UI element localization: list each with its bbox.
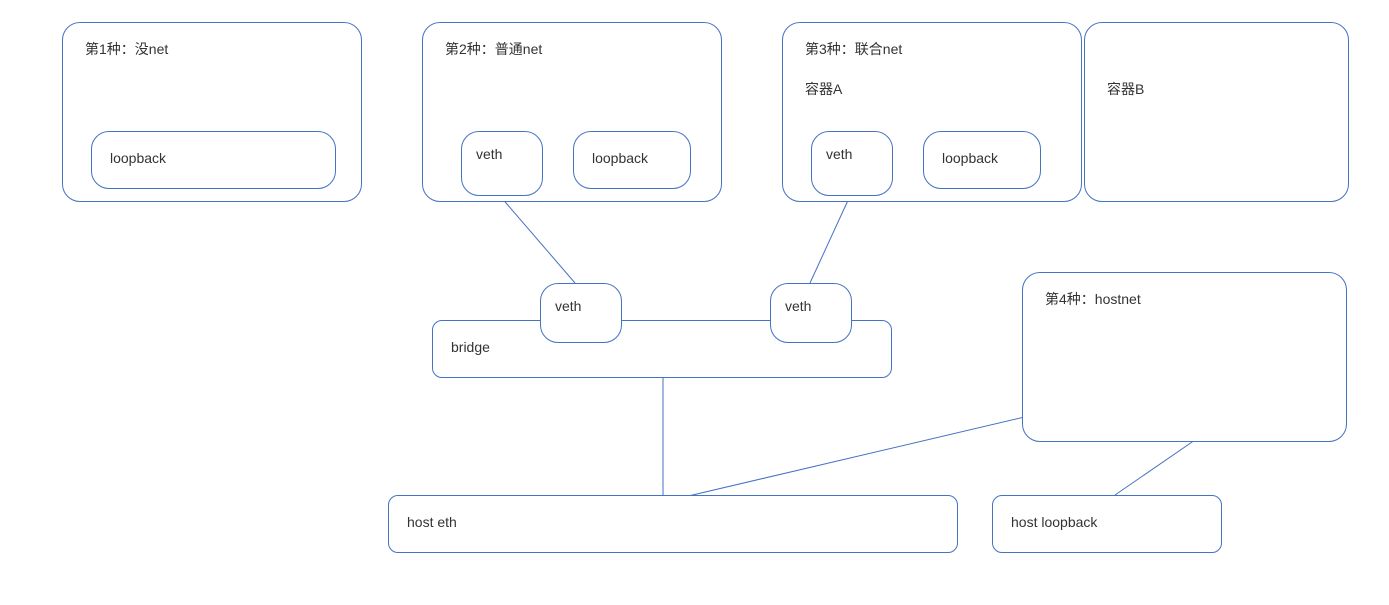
type3-containerA-label: 容器A — [805, 79, 842, 99]
type3-veth-label: veth — [826, 146, 852, 162]
type3-loopback-box: loopback — [923, 131, 1041, 189]
type3-veth-box: veth — [811, 131, 893, 196]
type4-container: 第4种：hostnet — [1022, 272, 1347, 442]
type2-title: 第2种：普通net — [445, 39, 542, 59]
type1-loopback-box: loopback — [91, 131, 336, 189]
type1-container: 第1种：没net loopback — [62, 22, 362, 202]
type3-containerA: 第3种：联合net 容器A veth loopback — [782, 22, 1082, 202]
bridge-label: bridge — [451, 339, 490, 355]
type2-veth-box: veth — [461, 131, 543, 196]
type4-title: 第4种：hostnet — [1045, 289, 1141, 309]
type1-title: 第1种：没net — [85, 39, 168, 59]
type2-container: 第2种：普通net veth loopback — [422, 22, 722, 202]
type2-loopback-label: loopback — [592, 150, 648, 166]
type3-title: 第3种：联合net — [805, 39, 902, 59]
type3-containerB: 容器B — [1084, 22, 1349, 202]
host-eth-box: host eth — [388, 495, 958, 553]
type3-containerB-label: 容器B — [1107, 79, 1144, 99]
host-loopback-label: host loopback — [1011, 514, 1097, 530]
host-loopback-box: host loopback — [992, 495, 1222, 553]
bridge-veth-right: veth — [770, 283, 852, 343]
type3-loopback-label: loopback — [942, 150, 998, 166]
host-eth-label: host eth — [407, 514, 457, 530]
type2-veth-label: veth — [476, 146, 502, 162]
bridge-veth-right-label: veth — [785, 298, 811, 314]
bridge-veth-left: veth — [540, 283, 622, 343]
type1-loopback-label: loopback — [110, 150, 166, 166]
bridge-veth-left-label: veth — [555, 298, 581, 314]
type2-loopback-box: loopback — [573, 131, 691, 189]
